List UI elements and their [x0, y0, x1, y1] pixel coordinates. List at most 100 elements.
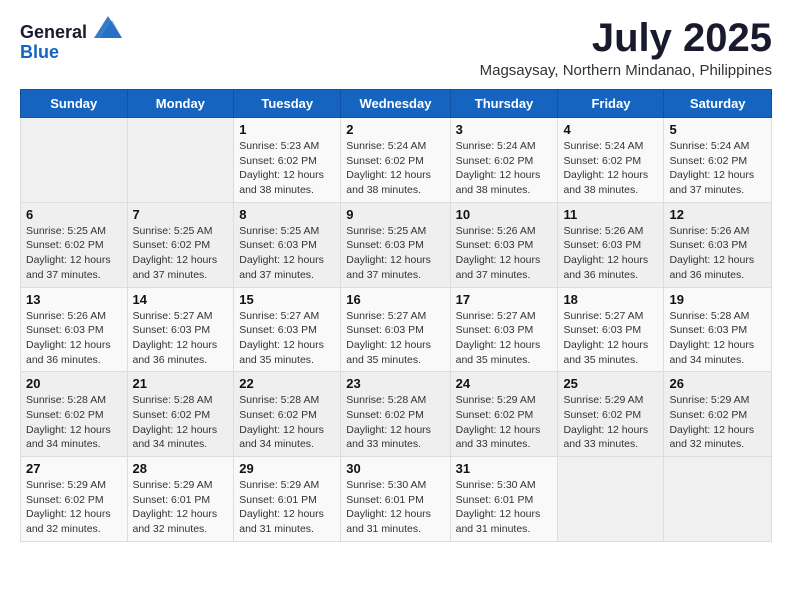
day-number: 20: [26, 376, 122, 391]
day-info: Sunrise: 5:25 AM Sunset: 6:02 PM Dayligh…: [133, 224, 229, 283]
day-number: 25: [563, 376, 658, 391]
day-info: Sunrise: 5:25 AM Sunset: 6:03 PM Dayligh…: [239, 224, 335, 283]
calendar-cell: 17 Sunrise: 5:27 AM Sunset: 6:03 PM Dayli…: [450, 287, 558, 372]
day-number: 3: [456, 122, 553, 137]
day-number: 14: [133, 292, 229, 307]
day-number: 22: [239, 376, 335, 391]
day-info: Sunrise: 5:28 AM Sunset: 6:03 PM Dayligh…: [669, 309, 766, 368]
calendar-cell: 29Sunrise: 5:29 AM Sunset: 6:01 PM Dayli…: [234, 457, 341, 542]
calendar-cell: 28 Sunrise: 5:29 AM Sunset: 6:01 PM Dayli…: [127, 457, 234, 542]
day-number: 28: [133, 461, 229, 476]
day-info: Sunrise: 5:28 AM Sunset: 6:02 PM Dayligh…: [346, 393, 444, 452]
day-number: 19: [669, 292, 766, 307]
day-number: 18: [563, 292, 658, 307]
day-number: 11: [563, 207, 658, 222]
weekday-header-wednesday: Wednesday: [341, 90, 450, 118]
calendar-cell: 6Sunrise: 5:25 AM Sunset: 6:02 PM Daylig…: [21, 202, 128, 287]
day-number: 9: [346, 207, 444, 222]
day-info: Sunrise: 5:25 AM Sunset: 6:03 PM Dayligh…: [346, 224, 444, 283]
logo: General Blue: [20, 20, 122, 63]
day-info: Sunrise: 5:24 AM Sunset: 6:02 PM Dayligh…: [563, 139, 658, 198]
calendar-cell: 7 Sunrise: 5:25 AM Sunset: 6:02 PM Daylig…: [127, 202, 234, 287]
logo-icon: [94, 16, 122, 38]
calendar-cell: 8 Sunrise: 5:25 AM Sunset: 6:03 PM Daylig…: [234, 202, 341, 287]
page-container: General Blue July 2025 Magsaysay, Northe…: [0, 0, 792, 562]
logo-blue: Blue: [20, 42, 59, 62]
calendar-cell: [21, 118, 128, 203]
day-number: 4: [563, 122, 658, 137]
day-number: 10: [456, 207, 553, 222]
calendar-cell: 25 Sunrise: 5:29 AM Sunset: 6:02 PM Dayli…: [558, 372, 664, 457]
day-number: 1: [239, 122, 335, 137]
day-number: 31: [456, 461, 553, 476]
day-info: Sunrise: 5:27 AM Sunset: 6:03 PM Dayligh…: [346, 309, 444, 368]
day-number: 7: [133, 207, 229, 222]
weekday-header-sunday: Sunday: [21, 90, 128, 118]
day-number: 27: [26, 461, 122, 476]
day-info: Sunrise: 5:29 AM Sunset: 6:01 PM Dayligh…: [133, 478, 229, 537]
day-info: Sunrise: 5:25 AM Sunset: 6:02 PM Dayligh…: [26, 224, 122, 283]
day-info: Sunrise: 5:27 AM Sunset: 6:03 PM Dayligh…: [456, 309, 553, 368]
calendar-cell: 18 Sunrise: 5:27 AM Sunset: 6:03 PM Dayli…: [558, 287, 664, 372]
day-number: 5: [669, 122, 766, 137]
calendar-cell: 19 Sunrise: 5:28 AM Sunset: 6:03 PM Dayli…: [664, 287, 772, 372]
day-info: Sunrise: 5:27 AM Sunset: 6:03 PM Dayligh…: [563, 309, 658, 368]
day-number: 17: [456, 292, 553, 307]
calendar-table: SundayMondayTuesdayWednesdayThursdayFrid…: [20, 89, 772, 542]
day-info: Sunrise: 5:29 AM Sunset: 6:02 PM Dayligh…: [456, 393, 553, 452]
day-info: Sunrise: 5:30 AM Sunset: 6:01 PM Dayligh…: [456, 478, 553, 537]
logo-text-block: General Blue: [20, 20, 122, 63]
weekday-header-row: SundayMondayTuesdayWednesdayThursdayFrid…: [21, 90, 772, 118]
calendar-cell: 26 Sunrise: 5:29 AM Sunset: 6:02 PM Dayli…: [664, 372, 772, 457]
calendar-cell: [558, 457, 664, 542]
calendar-cell: 11 Sunrise: 5:26 AM Sunset: 6:03 PM Dayli…: [558, 202, 664, 287]
day-info: Sunrise: 5:29 AM Sunset: 6:02 PM Dayligh…: [563, 393, 658, 452]
day-info: Sunrise: 5:26 AM Sunset: 6:03 PM Dayligh…: [26, 309, 122, 368]
header: General Blue July 2025 Magsaysay, Northe…: [20, 16, 772, 79]
week-row-5: 27Sunrise: 5:29 AM Sunset: 6:02 PM Dayli…: [21, 457, 772, 542]
day-number: 24: [456, 376, 553, 391]
day-number: 16: [346, 292, 444, 307]
calendar-cell: 14 Sunrise: 5:27 AM Sunset: 6:03 PM Dayli…: [127, 287, 234, 372]
weekday-header-thursday: Thursday: [450, 90, 558, 118]
calendar-cell: [127, 118, 234, 203]
day-info: Sunrise: 5:28 AM Sunset: 6:02 PM Dayligh…: [239, 393, 335, 452]
calendar-cell: 10Sunrise: 5:26 AM Sunset: 6:03 PM Dayli…: [450, 202, 558, 287]
calendar-cell: 27Sunrise: 5:29 AM Sunset: 6:02 PM Dayli…: [21, 457, 128, 542]
week-row-2: 6Sunrise: 5:25 AM Sunset: 6:02 PM Daylig…: [21, 202, 772, 287]
day-info: Sunrise: 5:24 AM Sunset: 6:02 PM Dayligh…: [669, 139, 766, 198]
day-info: Sunrise: 5:26 AM Sunset: 6:03 PM Dayligh…: [563, 224, 658, 283]
day-number: 8: [239, 207, 335, 222]
calendar-cell: 23 Sunrise: 5:28 AM Sunset: 6:02 PM Dayli…: [341, 372, 450, 457]
day-info: Sunrise: 5:29 AM Sunset: 6:02 PM Dayligh…: [669, 393, 766, 452]
month-title: July 2025: [480, 16, 772, 60]
day-info: Sunrise: 5:27 AM Sunset: 6:03 PM Dayligh…: [239, 309, 335, 368]
calendar-cell: 20 Sunrise: 5:28 AM Sunset: 6:02 PM Dayli…: [21, 372, 128, 457]
day-info: Sunrise: 5:27 AM Sunset: 6:03 PM Dayligh…: [133, 309, 229, 368]
weekday-header-monday: Monday: [127, 90, 234, 118]
day-info: Sunrise: 5:29 AM Sunset: 6:01 PM Dayligh…: [239, 478, 335, 537]
calendar-cell: 9 Sunrise: 5:25 AM Sunset: 6:03 PM Daylig…: [341, 202, 450, 287]
weekday-header-saturday: Saturday: [664, 90, 772, 118]
day-info: Sunrise: 5:23 AM Sunset: 6:02 PM Dayligh…: [239, 139, 335, 198]
week-row-1: 1 Sunrise: 5:23 AM Sunset: 6:02 PM Daylig…: [21, 118, 772, 203]
calendar-cell: 1 Sunrise: 5:23 AM Sunset: 6:02 PM Daylig…: [234, 118, 341, 203]
week-row-3: 13 Sunrise: 5:26 AM Sunset: 6:03 PM Dayli…: [21, 287, 772, 372]
logo-line1: General: [20, 20, 122, 43]
calendar-cell: 16 Sunrise: 5:27 AM Sunset: 6:03 PM Dayli…: [341, 287, 450, 372]
calendar-cell: 13 Sunrise: 5:26 AM Sunset: 6:03 PM Dayli…: [21, 287, 128, 372]
day-number: 30: [346, 461, 444, 476]
day-number: 23: [346, 376, 444, 391]
day-info: Sunrise: 5:28 AM Sunset: 6:02 PM Dayligh…: [26, 393, 122, 452]
calendar-cell: 4 Sunrise: 5:24 AM Sunset: 6:02 PM Daylig…: [558, 118, 664, 203]
week-row-4: 20 Sunrise: 5:28 AM Sunset: 6:02 PM Dayli…: [21, 372, 772, 457]
calendar-cell: 31 Sunrise: 5:30 AM Sunset: 6:01 PM Dayli…: [450, 457, 558, 542]
calendar-cell: 21Sunrise: 5:28 AM Sunset: 6:02 PM Dayli…: [127, 372, 234, 457]
calendar-cell: 15Sunrise: 5:27 AM Sunset: 6:03 PM Dayli…: [234, 287, 341, 372]
calendar-cell: 30Sunrise: 5:30 AM Sunset: 6:01 PM Dayli…: [341, 457, 450, 542]
calendar-cell: 3Sunrise: 5:24 AM Sunset: 6:02 PM Daylig…: [450, 118, 558, 203]
day-number: 13: [26, 292, 122, 307]
calendar-cell: 22 Sunrise: 5:28 AM Sunset: 6:02 PM Dayli…: [234, 372, 341, 457]
weekday-header-tuesday: Tuesday: [234, 90, 341, 118]
day-number: 26: [669, 376, 766, 391]
